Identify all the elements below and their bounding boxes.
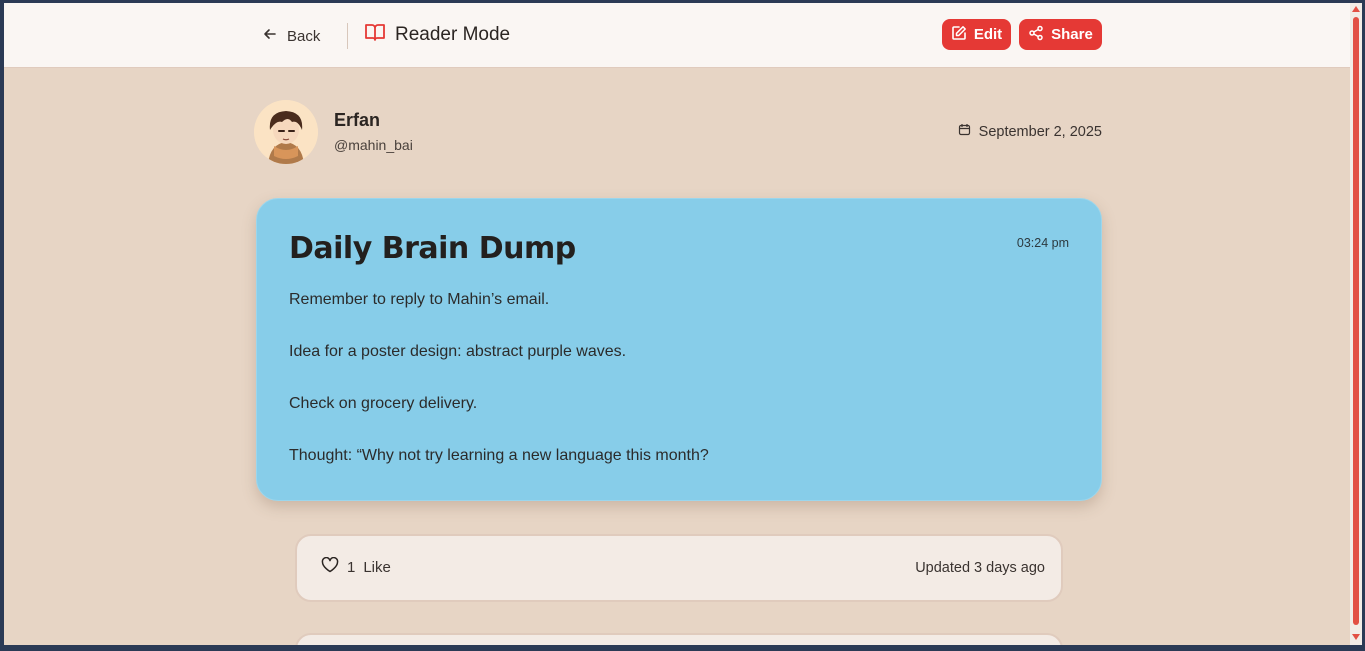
scroll-down-arrow-icon[interactable] <box>1352 634 1360 640</box>
page-title-label: Reader Mode <box>395 24 511 45</box>
share-button[interactable]: Share <box>1019 19 1102 50</box>
note-line: Check on grocery delivery. <box>289 395 478 412</box>
note-time: 03:24 pm <box>1016 236 1069 250</box>
updated-timestamp: Updated 3 days ago <box>915 560 1045 576</box>
note-date: September 2, 2025 <box>958 123 1102 140</box>
scrollbar-thumb[interactable] <box>1353 17 1359 625</box>
author-handle: @mahin_bai <box>334 137 413 153</box>
date-label: September 2, 2025 <box>978 123 1102 140</box>
author-row: Erfan @mahin_bai September 2, 2025 <box>254 100 1104 166</box>
share-icon <box>1028 25 1044 45</box>
edit-label: Edit <box>973 26 1003 43</box>
back-label: Back <box>287 27 321 45</box>
like-count: 1 <box>347 558 356 576</box>
scroll-up-arrow-icon[interactable] <box>1352 6 1360 12</box>
note-card: Daily Brain Dump 03:24 pm Remember to re… <box>256 198 1102 501</box>
like-label: Like <box>363 558 391 576</box>
back-button[interactable]: Back <box>262 23 320 49</box>
arrow-left-icon <box>262 26 278 46</box>
avatar[interactable] <box>254 100 318 164</box>
engagement-card: 1 Like Updated 3 days ago <box>295 534 1063 602</box>
like-button[interactable]: 1 Like <box>321 556 391 577</box>
calendar-icon <box>958 123 971 140</box>
note-line: Idea for a poster design: abstract purpl… <box>289 343 627 360</box>
edit-button[interactable]: Edit <box>942 19 1011 50</box>
header-divider <box>347 23 348 49</box>
note-title: Daily Brain Dump <box>289 231 576 266</box>
author-name[interactable]: Erfan <box>334 110 380 131</box>
note-body: Remember to reply to Mahin’s email. Idea… <box>289 291 1049 499</box>
next-card <box>295 633 1063 645</box>
heart-icon <box>321 556 339 577</box>
scrollbar[interactable] <box>1350 3 1362 645</box>
share-label: Share <box>1051 26 1093 43</box>
note-line: Remember to reply to Mahin’s email. <box>289 291 550 308</box>
page-title: Reader Mode <box>364 20 510 50</box>
note-line: Thought: “Why not try learning a new lan… <box>289 447 709 464</box>
top-bar: Back Reader Mode Edit Share <box>4 3 1350 68</box>
page-viewport: Back Reader Mode Edit Share Erfan @mahin… <box>4 3 1350 645</box>
edit-icon <box>951 25 967 45</box>
book-open-icon <box>364 22 386 48</box>
